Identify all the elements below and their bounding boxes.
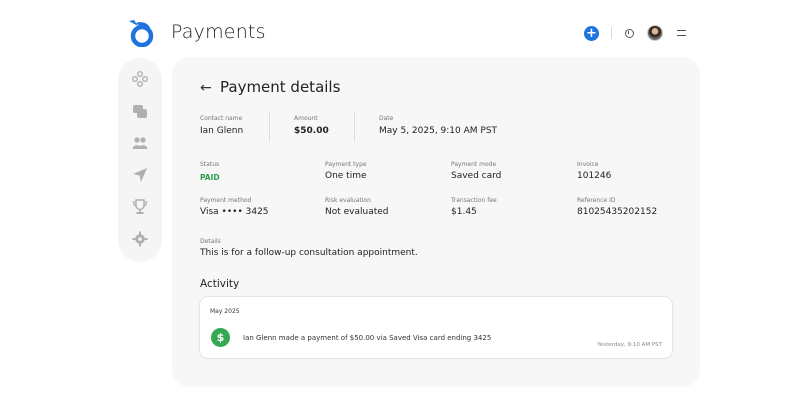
payment-details-card: ← Payment details Contact name Ian Glenn…	[172, 57, 700, 387]
payment-method-value: Visa •••• 3425	[200, 207, 269, 217]
details-label: Details	[200, 238, 221, 245]
clock-icon[interactable]	[622, 26, 636, 40]
avatar[interactable]	[647, 25, 663, 41]
activity-panel: May 2025 $ Ian Glenn made a payment of $…	[199, 296, 673, 359]
risk-evaluation-label: Risk evaluation	[325, 197, 371, 204]
trophy-icon[interactable]	[132, 199, 148, 215]
dollar-icon: $	[211, 328, 230, 347]
details-value: This is for a follow-up consultation app…	[200, 248, 418, 258]
payment-type-label: Payment type	[325, 161, 367, 168]
users-icon[interactable]	[132, 135, 148, 151]
summary-divider	[354, 112, 355, 142]
status-badge: PAID	[200, 173, 220, 182]
payment-method-label: Payment method	[200, 197, 252, 204]
bird-logo-icon[interactable]	[126, 17, 156, 47]
activity-item-time: Yesterday, 9:10 AM PST	[597, 342, 662, 348]
contact-name-label: Contact name	[200, 115, 243, 122]
header-divider	[611, 27, 612, 39]
contact-name-value: Ian Glenn	[200, 126, 244, 136]
back-arrow-icon[interactable]: ←	[200, 80, 212, 96]
reference-id-value: 81025435202152	[577, 207, 658, 217]
gear-icon[interactable]	[132, 231, 148, 247]
activity-title: Activity	[200, 278, 240, 290]
sidebar	[118, 58, 162, 262]
transaction-fee-value: $1.45	[451, 207, 477, 217]
reference-id-label: Reference ID	[577, 197, 616, 204]
page-title: Payment details	[220, 78, 341, 96]
date-label: Date	[379, 115, 394, 122]
app-title: Payments	[171, 21, 266, 43]
activity-month: May 2025	[210, 308, 240, 315]
summary-divider	[269, 112, 270, 142]
activity-item-text: Ian Glenn made a payment of $50.00 via S…	[243, 334, 492, 342]
apps-icon[interactable]	[132, 71, 148, 87]
chat-icon[interactable]	[132, 103, 148, 119]
amount-label: Amount	[294, 115, 318, 122]
risk-evaluation-value: Not evaluated	[325, 207, 389, 217]
header-actions: +	[584, 24, 686, 42]
send-icon[interactable]	[132, 167, 148, 183]
invoice-value[interactable]: 101246	[577, 171, 611, 181]
payment-type-value: One time	[325, 171, 367, 181]
invoice-label: Invoice	[577, 161, 599, 168]
payment-mode-label: Payment mode	[451, 161, 497, 168]
amount-value: $50.00	[294, 126, 329, 136]
add-button[interactable]: +	[584, 25, 599, 41]
menu-icon[interactable]	[677, 30, 686, 36]
status-label: Status	[200, 161, 220, 168]
payment-mode-value: Saved card	[451, 171, 502, 181]
transaction-fee-label: Transaction fee	[451, 197, 497, 204]
date-value: May 5, 2025, 9:10 AM PST	[379, 126, 498, 136]
